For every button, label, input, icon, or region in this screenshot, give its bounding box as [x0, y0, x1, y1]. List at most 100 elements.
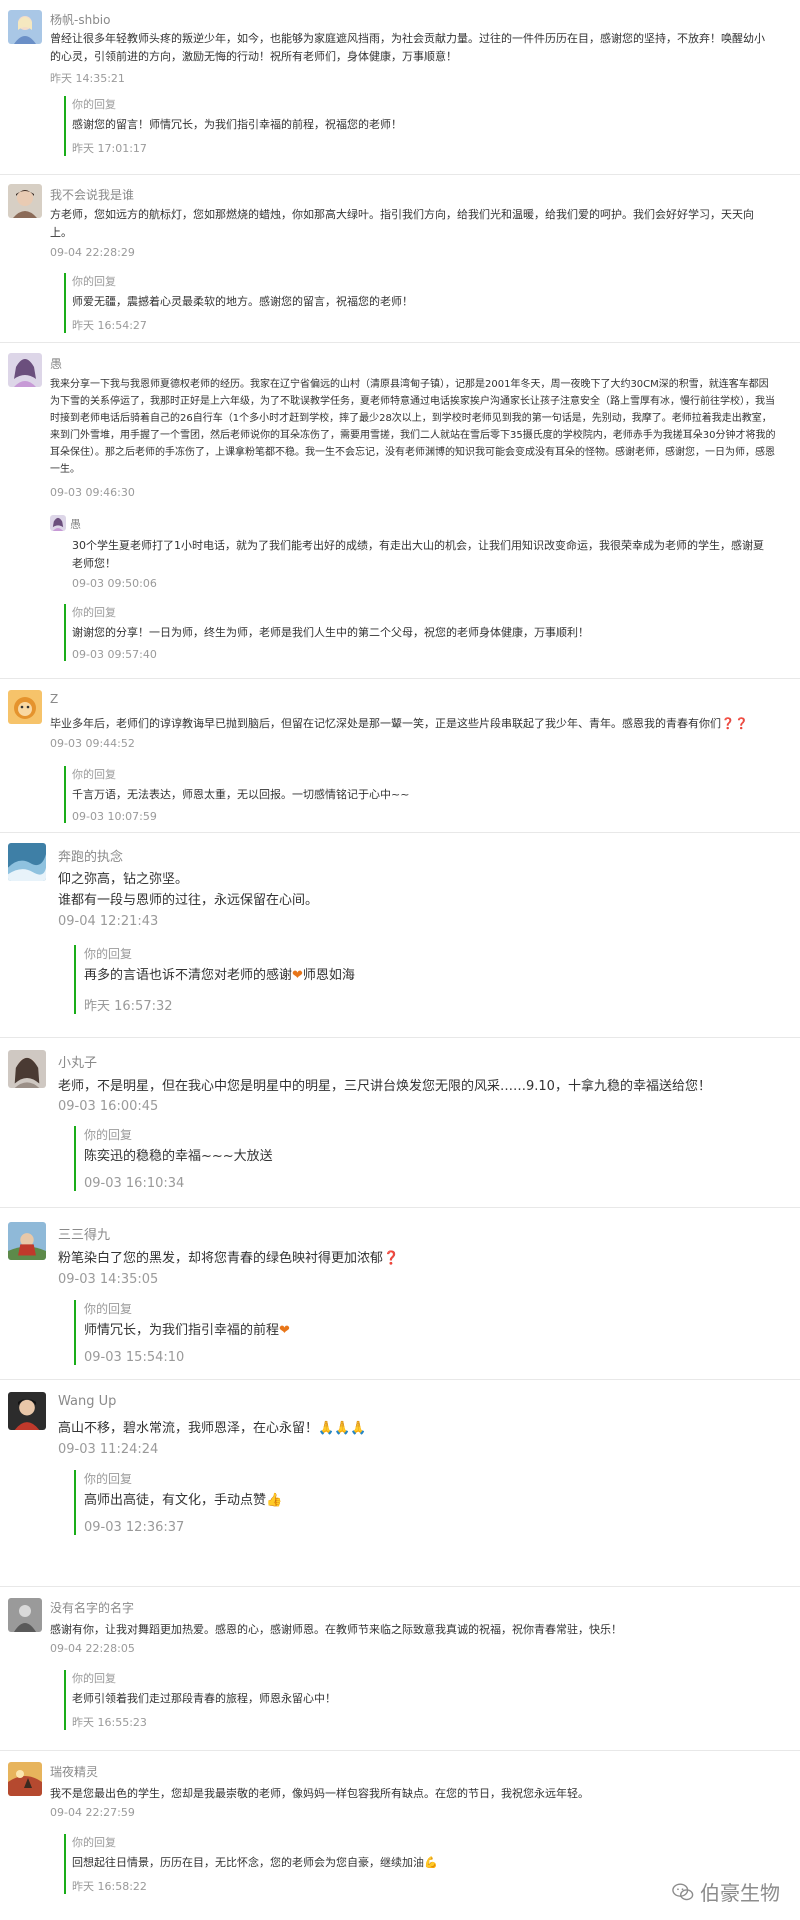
reply-time: 昨天 16:55:23 — [72, 1716, 147, 1729]
reply-block: 你的回复 回想起往日情景，历历在目，无比怀念，您的老师会为您自豪，继续加油💪 昨… — [64, 1834, 632, 1894]
reply-text: 再多的言语也诉不清您对老师的感谢❤师恩如海 — [84, 967, 774, 985]
thumbs-up-emoji-icon: 👍 — [266, 1493, 283, 1508]
commenter-nickname[interactable]: 瑞夜精灵 — [50, 1763, 98, 1780]
reply-time: 昨天 16:54:27 — [72, 319, 147, 332]
reply-text: 千言万语，无法表达，师恩太重，无以回报。一切感情铭记于心中~~ — [72, 788, 410, 801]
reply-time: 09-03 15:54:10 — [84, 1350, 185, 1365]
divider — [0, 1207, 800, 1208]
reply-time: 09-03 12:36:37 — [84, 1520, 185, 1535]
wechat-icon — [672, 1883, 694, 1900]
reply-text: 师爱无疆，震撼着心灵最柔软的地方。感谢您的留言，祝福您的老师！ — [72, 295, 413, 308]
reply-block: 你的回复 谢谢您的分享！一日为师，终生为师，老师是我们人生中的第二个父母，祝您的… — [64, 604, 772, 661]
reply-text: 回想起往日情景，历历在目，无比怀念，您的老师会为您自豪，继续加油💪 — [72, 1854, 632, 1872]
follow-up-time: 09-03 09:50:06 — [72, 577, 157, 590]
divider — [0, 678, 800, 679]
divider — [0, 1379, 800, 1380]
comment-text-body: 毕业多年后，老师们的谆谆教诲早已抛到脑后，但留在记忆深处是那一颦一笑，正是这些片… — [50, 717, 721, 730]
reply-text-part: 师恩如海 — [302, 968, 355, 983]
comment-time: 09-03 09:44:52 — [50, 737, 135, 750]
divider — [0, 1586, 800, 1587]
commenter-nickname[interactable]: 三三得九 — [58, 1224, 110, 1243]
comment-time: 09-03 14:35:05 — [58, 1272, 159, 1287]
comment-text: 粉笔染白了您的黑发，却将您青春的绿色映衬得更加浓郁❓ — [58, 1248, 783, 1269]
heart-emoji-icon: ❤ — [292, 968, 303, 983]
reply-text-body: 回想起往日情景，历历在目，无比怀念，您的老师会为您自豪，继续加油 — [72, 1856, 424, 1869]
reply-label: 你的回复 — [84, 1128, 133, 1142]
commenter-nickname[interactable]: 小丸子 — [58, 1052, 97, 1071]
question-mark-emoji-icon: ❓ — [734, 717, 749, 730]
divider — [0, 1037, 800, 1038]
reply-time: 09-03 10:07:59 — [72, 810, 157, 823]
reply-text: 陈奕迅的稳稳的幸福~~~大放送 — [84, 1149, 273, 1164]
reply-block: 你的回复 感谢您的留言！师情冗长，为我们指引幸福的前程，祝福您的老师！ 昨天 1… — [64, 96, 772, 156]
avatar[interactable] — [8, 1392, 46, 1430]
reply-block: 你的回复 师情冗长，为我们指引幸福的前程❤ 09-03 15:54:10 — [74, 1300, 774, 1365]
reply-label: 你的回复 — [84, 1302, 133, 1316]
commenter-nickname[interactable]: 杨帆-shbio — [50, 11, 110, 28]
watermark-text: 伯豪生物 — [700, 1881, 780, 1905]
comment-time: 09-04 22:28:29 — [50, 246, 135, 259]
reply-text-body: 师情冗长，为我们指引幸福的前程 — [84, 1323, 280, 1338]
heart-emoji-icon: ❤ — [279, 1323, 290, 1338]
reply-text: 感谢您的留言！师情冗长，为我们指引幸福的前程，祝福您的老师！ — [72, 118, 402, 131]
commenter-nickname[interactable]: Z — [50, 692, 58, 706]
reply-time: 09-03 09:57:40 — [72, 648, 157, 661]
avatar[interactable] — [8, 184, 42, 218]
reply-label: 你的回复 — [72, 275, 116, 288]
avatar[interactable] — [8, 843, 46, 881]
comment-time: 09-03 11:24:24 — [58, 1442, 159, 1457]
avatar[interactable] — [8, 10, 42, 44]
comment-text-body: 高山不移，碧水常流，我师恩泽，在心永留！ — [58, 1421, 319, 1436]
reply-label: 你的回复 — [84, 947, 133, 961]
divider — [0, 174, 800, 175]
commenter-nickname[interactable]: 我不会说我是谁 — [50, 186, 134, 203]
avatar[interactable] — [8, 353, 42, 387]
pray-emoji-icon: 🙏 — [334, 1421, 351, 1436]
reply-label: 你的回复 — [72, 768, 116, 781]
reply-block: 你的回复 高师出高徒，有文化，手动点赞👍 09-03 12:36:37 — [74, 1470, 774, 1535]
reply-label: 你的回复 — [84, 1472, 133, 1486]
avatar[interactable] — [50, 515, 66, 531]
reply-time: 昨天 16:58:22 — [72, 1880, 147, 1893]
reply-block: 你的回复 师爱无疆，震撼着心灵最柔软的地方。感谢您的留言，祝福您的老师！ 昨天 … — [64, 273, 772, 333]
reply-block: 你的回复 陈奕迅的稳稳的幸福~~~大放送 09-03 16:10:34 — [74, 1126, 774, 1191]
comment-text: 感谢有你，让我对舞蹈更加热爱。感恩的心，感谢师恩。在教师节来临之际致意我真诚的祝… — [50, 1623, 622, 1636]
flexed-biceps-emoji-icon: 💪 — [424, 1856, 438, 1869]
reply-text: 师情冗长，为我们指引幸福的前程❤ — [84, 1322, 774, 1340]
divider — [0, 832, 800, 833]
reply-label: 你的回复 — [72, 1836, 116, 1849]
divider — [0, 1750, 800, 1751]
comment-text: 仰之弥高，钻之弥坚。 谁都有一段与恩师的过往，永远保留在心间。 — [58, 872, 319, 908]
comment-text-body: 粉笔染白了您的黑发，却将您青春的绿色映衬得更加浓郁 — [58, 1251, 384, 1266]
comment-time: 09-03 09:46:30 — [50, 486, 135, 499]
comment-time: 09-04 22:27:59 — [50, 1806, 135, 1819]
comment-text: 我来分享一下我与我恩师夏德权老师的经历。我家在辽宁省偏远的山村（清原县湾甸子镇）… — [50, 379, 776, 475]
commenter-nickname[interactable]: Wang Up — [58, 1394, 116, 1409]
comment-text: 老师，不是明星，但在我心中您是明星中的明星，三尺讲台焕发您无限的风采……9.10… — [58, 1079, 711, 1094]
follow-up-nickname[interactable]: 愚 — [70, 516, 81, 532]
comment-time: 09-04 22:28:05 — [50, 1642, 135, 1655]
comment-text: 我不是您最出色的学生，您却是我最崇敬的老师，像妈妈一样包容我所有缺点。在您的节日… — [50, 1787, 589, 1800]
commenter-nickname[interactable]: 奔跑的执念 — [58, 846, 123, 865]
avatar[interactable] — [8, 1050, 46, 1088]
pray-emoji-icon: 🙏 — [350, 1421, 367, 1436]
comment-time: 09-03 16:00:45 — [58, 1099, 159, 1114]
avatar[interactable] — [8, 1762, 42, 1796]
commenter-nickname[interactable]: 没有名字的名字 — [50, 1599, 134, 1616]
avatar[interactable] — [8, 1222, 46, 1260]
reply-time: 昨天 16:57:32 — [84, 999, 173, 1014]
comment-text: 曾经让很多年轻教师头疼的叛逆少年，如今，也能够为家庭遮风挡雨，为社会贡献力量。过… — [50, 32, 765, 63]
avatar[interactable] — [8, 1598, 42, 1632]
comment-text: 毕业多年后，老师们的谆谆教诲早已抛到脑后，但留在记忆深处是那一颦一笑，正是这些片… — [50, 715, 785, 733]
avatar[interactable] — [8, 690, 42, 724]
reply-label: 你的回复 — [72, 1672, 116, 1685]
commenter-nickname[interactable]: 愚 — [50, 355, 62, 372]
reply-time: 09-03 16:10:34 — [84, 1176, 185, 1191]
question-mark-emoji-icon: ❓ — [721, 717, 735, 730]
reply-block: 你的回复 老师引领着我们走过那段青春的旅程，师恩永留心中！ 昨天 16:55:2… — [64, 1670, 772, 1730]
reply-time: 昨天 17:01:17 — [72, 142, 147, 155]
divider — [0, 342, 800, 343]
follow-up-text: 30个学生夏老师打了1小时电话，就为了我们能考出好的成绩，有走出大山的机会，让我… — [72, 539, 764, 570]
watermark: 伯豪生物 — [672, 1877, 780, 1906]
reply-text: 高师出高徒，有文化，手动点赞👍 — [84, 1492, 774, 1510]
